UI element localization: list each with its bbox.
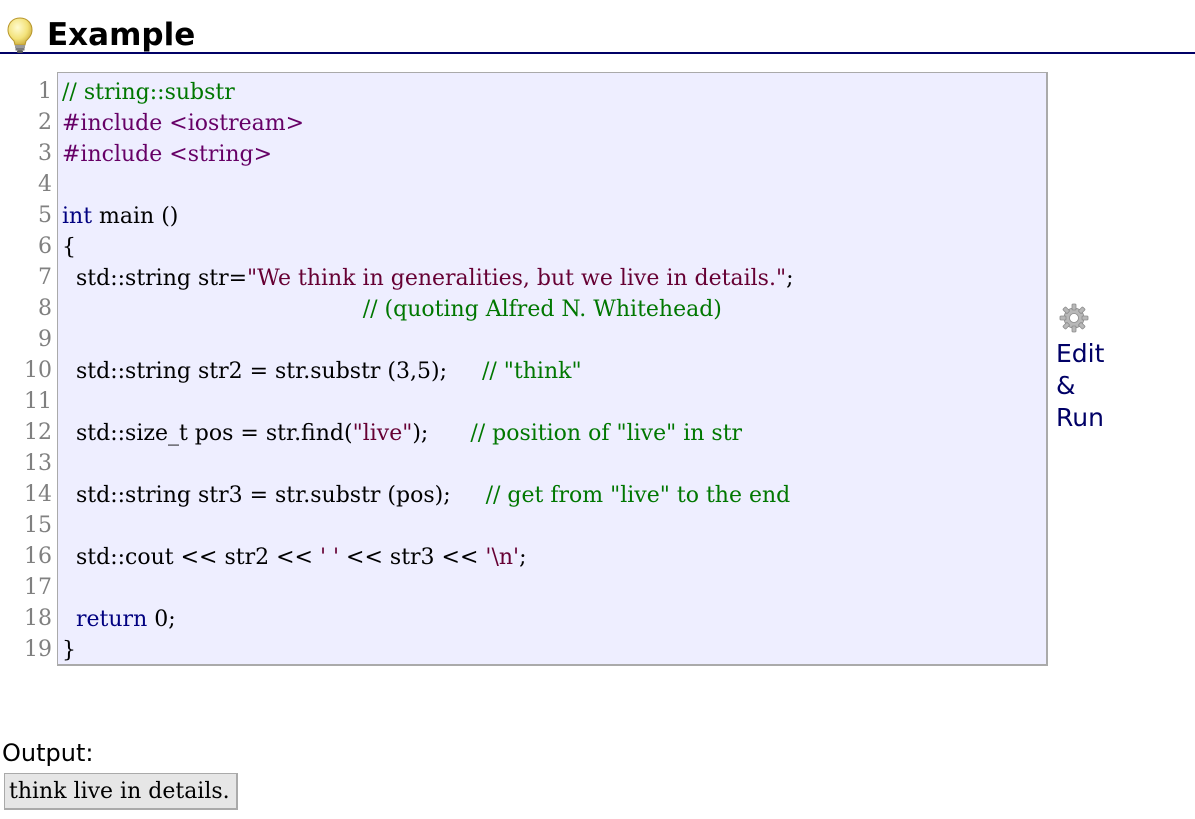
code-line: #include <string> xyxy=(58,139,1046,170)
line-number: 8 xyxy=(38,296,52,321)
line-number: 9 xyxy=(38,327,52,352)
edit-run-label-edit[interactable]: Edit xyxy=(1056,338,1146,370)
code-token-kw: return xyxy=(76,607,148,632)
line-number: 16 xyxy=(24,544,52,569)
code-token-str: ' ' xyxy=(319,545,340,570)
example-header: Example xyxy=(0,14,1195,54)
code-token-kw: int xyxy=(62,204,93,229)
code-line: std::string str3 = str.substr (pos); // … xyxy=(58,480,1046,511)
line-number: 17 xyxy=(24,575,52,600)
code-line: std::size_t pos = str.find("live"); // p… xyxy=(58,418,1046,449)
code-line: std::string str2 = str.substr (3,5); // … xyxy=(58,356,1046,387)
code-token-comment: // get from "live" to the end xyxy=(485,483,791,508)
code-token-comment: // "think" xyxy=(481,359,582,384)
line-number: 15 xyxy=(24,513,52,538)
code-token-plain: std::string str= xyxy=(62,266,248,291)
gear-icon xyxy=(1059,303,1089,333)
line-number: 7 xyxy=(38,265,52,290)
code-line: return 0; xyxy=(58,604,1046,635)
line-number: 11 xyxy=(24,389,52,414)
code-token-plain: { xyxy=(62,235,76,260)
code-token-str: "We think in generalities, but we live i… xyxy=(247,266,787,291)
code-token-plain: main () xyxy=(92,204,179,229)
output-text: think live in details. xyxy=(4,773,238,810)
line-number: 19 xyxy=(24,637,52,662)
code-block[interactable]: // string::substr#include <iostream>#inc… xyxy=(57,72,1048,666)
line-number: 1 xyxy=(38,79,52,104)
lightbulb-icon xyxy=(7,17,33,53)
code-line: std::cout << str2 << ' ' << str3 << '\n'… xyxy=(58,542,1046,573)
code-token-plain: std::cout << str2 << xyxy=(62,545,320,570)
line-number-gutter: 1 2 3 4 5 6 7 8 9 10 11 12 13 14 15 16 17 18 19 xyxy=(0,76,54,665)
line-number: 14 xyxy=(24,482,52,507)
code-token-str: '\n' xyxy=(485,545,520,570)
code-token-plain: << str3 << xyxy=(339,545,486,570)
line-number: 18 xyxy=(24,606,52,631)
line-number: 2 xyxy=(38,110,52,135)
code-line: { xyxy=(58,232,1046,263)
code-token-plain: } xyxy=(62,638,76,663)
line-number: 6 xyxy=(38,234,52,259)
code-token-plain: ); xyxy=(412,421,471,446)
code-line: // string::substr xyxy=(58,77,1046,108)
code-line: #include <iostream> xyxy=(58,108,1046,139)
edit-run-label-run[interactable]: Run xyxy=(1056,402,1146,434)
edit-and-run-link[interactable]: Edit & Run xyxy=(1056,302,1146,434)
code-token-plain: ; xyxy=(786,266,794,291)
code-token-plain: std::string str3 = str.substr (pos); xyxy=(62,483,486,508)
edit-run-label-amp[interactable]: & xyxy=(1056,370,1146,402)
code-token-plain: ; xyxy=(519,545,527,570)
line-number: 12 xyxy=(24,420,52,445)
code-token-plain: 0; xyxy=(147,607,176,632)
code-token-comment: // string::substr xyxy=(62,80,235,105)
line-number: 13 xyxy=(24,451,52,476)
code-token-pre: #include <iostream> xyxy=(62,111,305,136)
code-token-pre: #include <string> xyxy=(62,142,273,167)
output-label: Output: xyxy=(2,739,94,767)
line-number: 3 xyxy=(38,141,52,166)
line-number: 4 xyxy=(38,172,52,197)
code-line: std::string str="We think in generalitie… xyxy=(58,263,1046,294)
code-token-str: "live" xyxy=(352,421,413,446)
code-token-comment: // (quoting Alfred N. Whitehead) xyxy=(362,297,722,322)
code-line: } xyxy=(58,635,1046,664)
code-token-plain: std::string str2 = str.substr (3,5); xyxy=(62,359,482,384)
code-token-comment: // position of "live" in str xyxy=(470,421,743,446)
code-line: int main () xyxy=(58,201,1046,232)
code-line: // (quoting Alfred N. Whitehead) xyxy=(58,294,1046,325)
line-number: 5 xyxy=(38,203,52,228)
section-title: Example xyxy=(47,17,196,53)
code-token-plain: std::size_t pos = str.find( xyxy=(62,421,353,446)
line-number: 10 xyxy=(24,358,52,383)
